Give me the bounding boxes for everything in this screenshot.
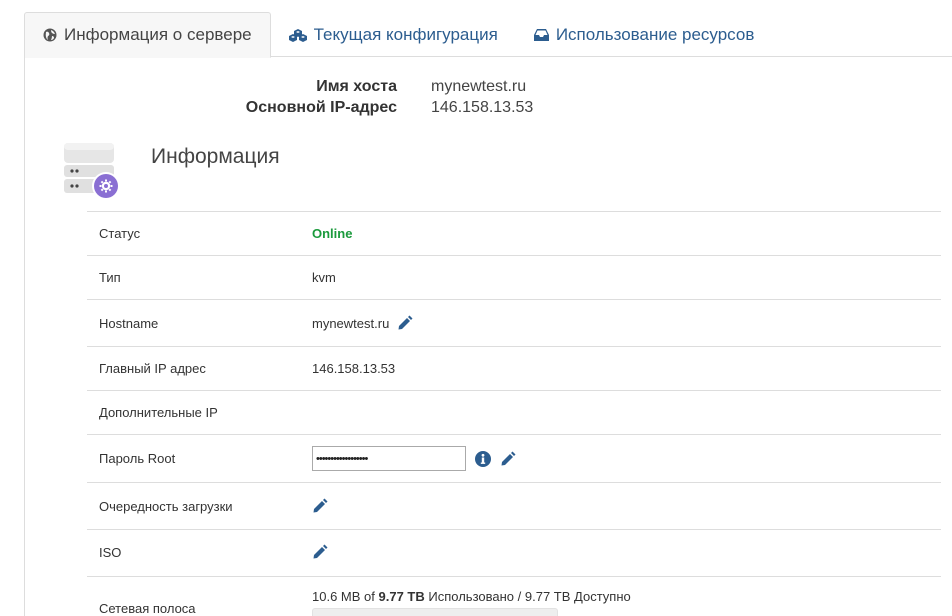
iso-cell — [312, 544, 328, 560]
edit-hostname-pencil-icon[interactable] — [397, 315, 413, 331]
tab-bar: Информация о сервере Текущая конфигураци… — [24, 12, 952, 58]
root-password-label: Пароль Root — [99, 451, 176, 466]
tab-resource-usage[interactable]: Использование ресурсов — [516, 12, 773, 57]
bandwidth-total: 9.77 TB — [378, 589, 425, 604]
extra-ip-label: Дополнительные IP — [99, 405, 218, 420]
root-password-field[interactable]: •••••••••••••••••• — [312, 446, 466, 471]
table-row-iso: ISO — [87, 530, 941, 577]
bandwidth-used: 10.6 MB — [312, 589, 361, 604]
table-row-boot-order: Очередность загрузки — [87, 483, 941, 530]
edit-boot-order-pencil-icon[interactable] — [312, 498, 328, 514]
bandwidth-cell: 10.6 MB of 9.77 TB Использовано / 9.77 T… — [312, 589, 631, 616]
table-row-status: Статус Online — [87, 212, 941, 256]
table-row-root-password: Пароль Root •••••••••••••••••• — [87, 435, 941, 483]
info-table: Статус Online Тип kvm Hostname mynewtest… — [87, 211, 941, 616]
tab-label: Использование ресурсов — [555, 24, 755, 44]
root-password-cell: •••••••••••••••••• — [312, 446, 516, 471]
summary-ip-row: Основной IP-адрес 146.158.13.53 — [25, 99, 952, 120]
edit-password-pencil-icon[interactable] — [500, 451, 516, 467]
main-ip-label: Главный IP адрес — [99, 361, 206, 376]
table-row-bandwidth: Сетевая полоса 10.6 MB of 9.77 TB Исполь… — [87, 577, 941, 616]
status-label: Статус — [99, 226, 141, 241]
info-circle-icon[interactable] — [475, 450, 491, 467]
edit-iso-pencil-icon[interactable] — [312, 544, 328, 560]
main-ip-value: 146.158.13.53 — [312, 361, 396, 376]
status-value: Online — [312, 226, 353, 241]
summary-hostname-label: Имя хоста — [316, 78, 397, 95]
globe-icon — [43, 28, 57, 42]
summary-hostname-row: Имя хоста mynewtest.ru — [25, 78, 952, 99]
type-value: kvm — [312, 270, 336, 285]
iso-label: ISO — [99, 545, 122, 560]
summary-hostname-value: mynewtest.ru — [431, 78, 527, 95]
inbox-icon — [533, 28, 549, 41]
hostname-cell: mynewtest.ru — [312, 315, 413, 331]
server-gear-icon — [64, 143, 120, 200]
type-label: Тип — [99, 270, 121, 285]
bandwidth-of: of — [364, 589, 375, 604]
summary-ip-value: 146.158.13.53 — [431, 99, 534, 116]
tab-label: Информация о сервере — [64, 25, 252, 44]
cubes-icon — [288, 28, 307, 42]
table-row-type: Тип kvm — [87, 256, 941, 300]
table-row-main-ip: Главный IP адрес 146.158.13.53 — [87, 347, 941, 391]
summary-ip-label: Основной IP-адрес — [245, 99, 397, 116]
info-title: Информация — [151, 145, 280, 168]
server-summary: Имя хоста mynewtest.ru Основной IP-адрес… — [25, 78, 952, 120]
bandwidth-text: 10.6 MB of 9.77 TB Использовано / 9.77 T… — [312, 589, 631, 604]
bandwidth-progress-bar — [312, 608, 558, 616]
tab-label: Текущая конфигурация — [313, 24, 498, 44]
boot-order-label: Очередность загрузки — [99, 499, 233, 514]
bandwidth-label: Сетевая полоса — [99, 601, 196, 616]
table-row-hostname: Hostname mynewtest.ru — [87, 300, 941, 347]
boot-order-cell — [312, 498, 328, 514]
tab-server-info[interactable]: Информация о сервере — [24, 12, 271, 58]
hostname-label: Hostname — [99, 316, 159, 331]
bandwidth-available: 9.77 TB Доступно — [524, 589, 631, 604]
bandwidth-used-word: Использовано / — [428, 589, 522, 604]
table-row-extra-ip: Дополнительные IP — [87, 391, 941, 435]
hostname-value: mynewtest.ru — [312, 315, 390, 331]
tab-panel: Имя хоста mynewtest.ru Основной IP-адрес… — [24, 57, 952, 616]
tab-current-config[interactable]: Текущая конфигурация — [271, 12, 516, 57]
